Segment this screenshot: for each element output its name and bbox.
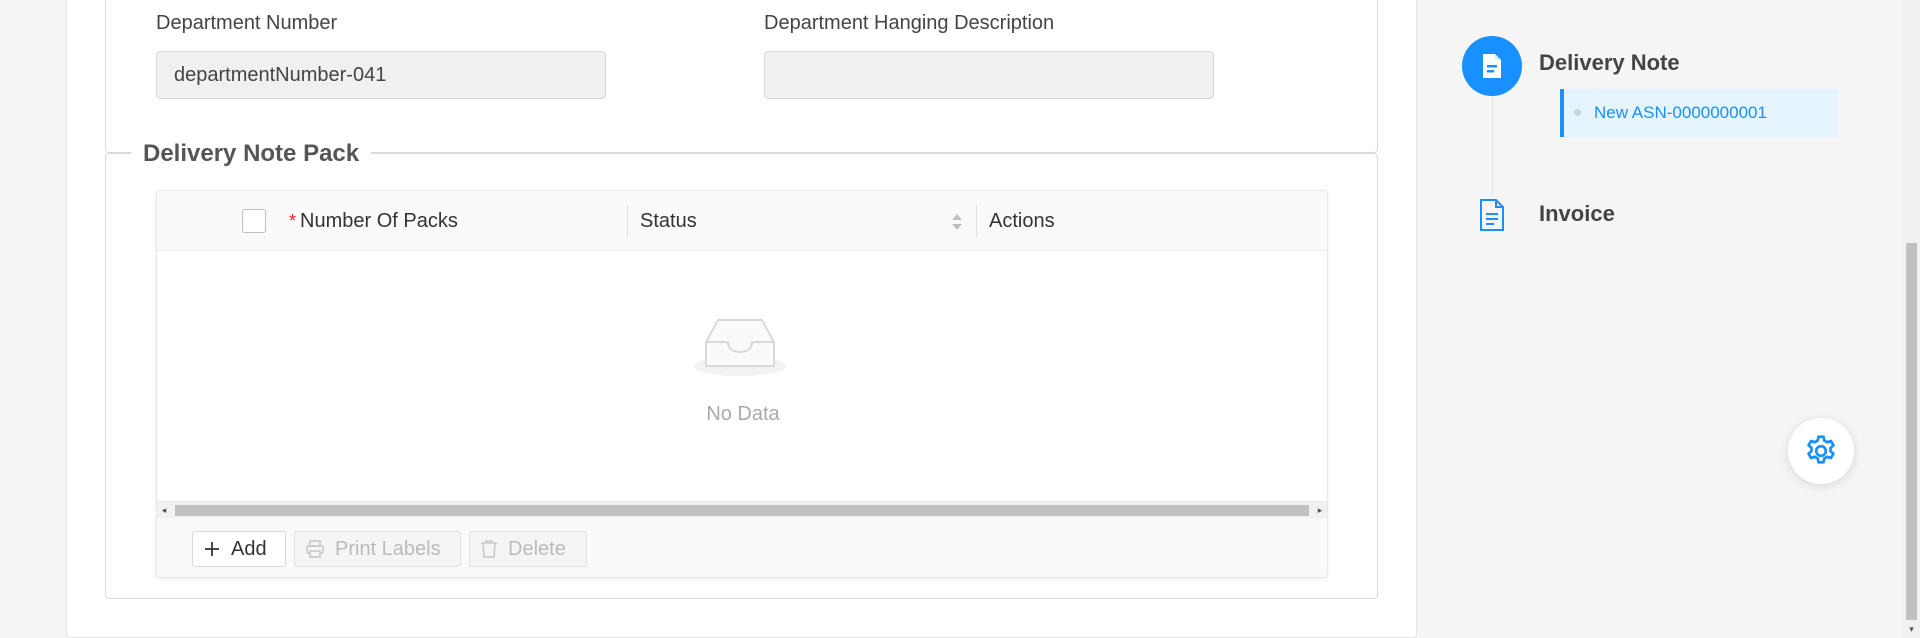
delivery-note-sub-item[interactable]: New ASN-0000000001 (1560, 89, 1838, 137)
page-scrollbar[interactable]: ▾ (1903, 0, 1920, 638)
scroll-right-arrow[interactable]: ▸ (1313, 502, 1327, 519)
column-label: Status (640, 210, 697, 232)
hanging-description-label: Department Hanging Description (764, 12, 1055, 34)
gear-icon (1807, 435, 1835, 464)
column-number-of-packs: * Number Of Packs (289, 191, 458, 251)
column-divider (976, 205, 977, 237)
page-scrollbar-thumb[interactable] (1906, 243, 1917, 620)
empty-inbox-icon (694, 319, 786, 376)
column-status[interactable]: Status (640, 191, 697, 251)
delete-label: Delete (508, 538, 566, 560)
delivery-note-pack-section: Delivery Note Pack * Number Of Packs Stat… (105, 141, 1378, 599)
printer-icon (306, 540, 324, 558)
horizontal-scrollbar[interactable]: ◂ ▸ (157, 501, 1327, 518)
plus-icon (205, 542, 219, 556)
steps-connector (1492, 95, 1493, 195)
required-mark: * (289, 211, 297, 231)
table-header: * Number Of Packs Status Actions (157, 191, 1327, 251)
column-label: Number Of Packs (300, 210, 458, 232)
delete-button[interactable]: Delete (469, 531, 587, 567)
table-toolbar: Add Print Labels Delete (157, 518, 1327, 577)
scroll-down-arrow[interactable]: ▾ (1903, 621, 1920, 638)
scrollbar-thumb[interactable] (175, 505, 1309, 516)
sub-item-label: New ASN-0000000001 (1594, 103, 1767, 122)
column-label: Actions (989, 210, 1055, 232)
trash-icon (481, 540, 497, 558)
step-delivery-note-title[interactable]: Delivery Note (1539, 50, 1680, 76)
section-title: Delivery Note Pack (131, 141, 372, 167)
invoice-icon[interactable] (1478, 198, 1506, 232)
document-icon (1483, 54, 1501, 78)
department-number-input[interactable]: departmentNumber-041 (156, 51, 606, 99)
step-invoice-title[interactable]: Invoice (1539, 201, 1615, 227)
no-data-text: No Data (706, 403, 780, 425)
print-labels-label: Print Labels (335, 538, 441, 560)
column-actions: Actions (989, 191, 1055, 251)
scroll-left-arrow[interactable]: ◂ (157, 502, 171, 519)
add-button[interactable]: Add (192, 531, 286, 567)
column-divider (627, 205, 628, 237)
print-labels-button[interactable]: Print Labels (294, 531, 461, 567)
hanging-description-input[interactable] (764, 51, 1214, 99)
step-delivery-note-marker[interactable] (1462, 36, 1522, 96)
add-button-label: Add (231, 538, 267, 560)
sub-item-dot (1574, 109, 1581, 116)
select-all-checkbox[interactable] (242, 209, 266, 233)
settings-button[interactable] (1788, 418, 1854, 484)
department-number-label: Department Number (156, 12, 338, 34)
packs-table: *Number Of Packs Status Actions No Data (156, 190, 1328, 578)
empty-state: No Data (157, 251, 1327, 501)
sort-icon[interactable] (951, 211, 963, 233)
